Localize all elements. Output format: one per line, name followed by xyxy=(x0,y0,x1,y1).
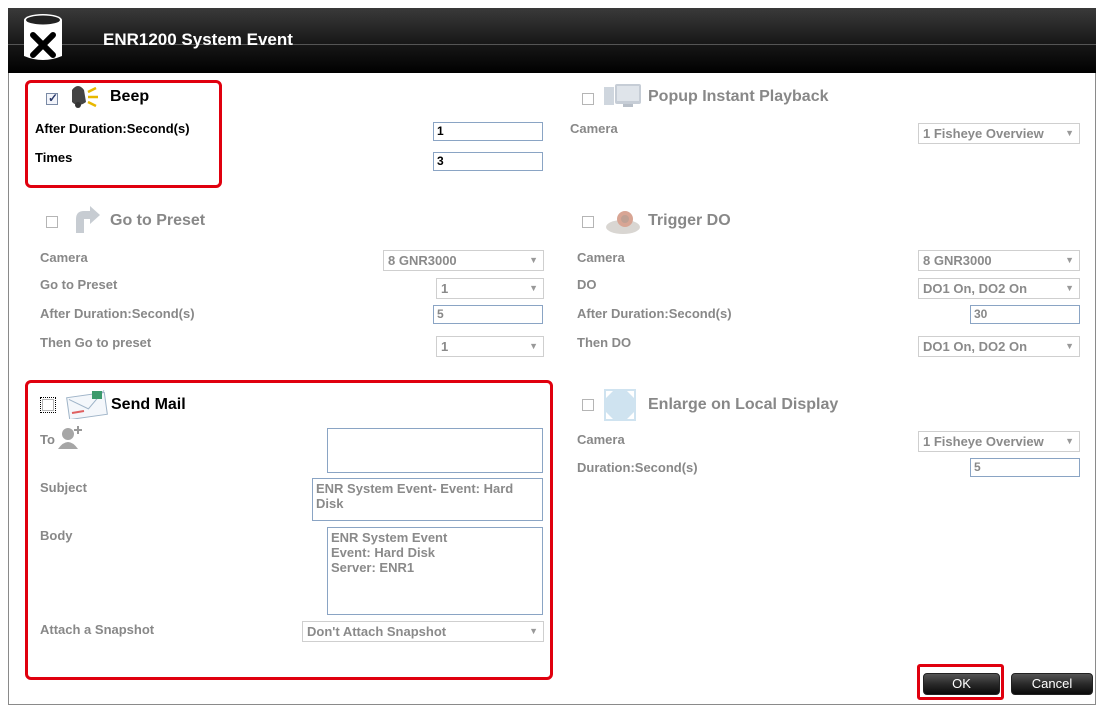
preset-after-duration-label: After Duration:Second(s) xyxy=(40,306,195,321)
chevron-down-icon: ▼ xyxy=(1065,255,1074,265)
enlarge-checkbox[interactable] xyxy=(582,399,594,411)
window-title: ENR1200 System Event xyxy=(103,30,293,49)
enlarge-label: Enlarge on Local Display xyxy=(648,396,839,413)
beep-after-duration-input[interactable]: 1 xyxy=(433,122,543,141)
trigger-checkbox[interactable] xyxy=(582,216,594,228)
preset-camera-label: Camera xyxy=(40,250,88,265)
enlarge-duration-input[interactable]: 5 xyxy=(970,458,1080,477)
do-device-icon xyxy=(606,211,640,234)
popup-label: Popup Instant Playback xyxy=(648,88,829,105)
chevron-down-icon: ▼ xyxy=(529,341,538,351)
trigger-do-label: DO xyxy=(577,277,597,292)
chevron-down-icon: ▼ xyxy=(1065,128,1074,138)
trigger-camera-select[interactable]: 8 GNR3000 ▼ xyxy=(918,250,1080,271)
chevron-down-icon: ▼ xyxy=(1065,341,1074,351)
trigger-camera-label: Camera xyxy=(577,250,625,265)
chevron-down-icon: ▼ xyxy=(1065,283,1074,293)
trigger-then-select[interactable]: DO1 On, DO2 On ▼ xyxy=(918,336,1080,357)
close-x-icon[interactable] xyxy=(22,12,64,64)
preset-goto-label: Go to Preset xyxy=(40,277,118,292)
preset-then-select[interactable]: 1 ▼ xyxy=(436,336,544,357)
enlarge-icon xyxy=(604,389,636,421)
beep-times-input[interactable]: 3 xyxy=(433,152,543,171)
popup-checkbox[interactable] xyxy=(582,93,594,105)
chevron-down-icon: ▼ xyxy=(1065,436,1074,446)
cancel-button[interactable]: Cancel xyxy=(1011,673,1093,695)
preset-goto-select[interactable]: 1 ▼ xyxy=(436,278,544,299)
preset-label: Go to Preset xyxy=(110,212,206,229)
trigger-then-label: Then DO xyxy=(577,335,632,350)
preset-then-label: Then Go to preset xyxy=(40,335,152,350)
trigger-do-select[interactable]: DO1 On, DO2 On ▼ xyxy=(918,278,1080,299)
enlarge-camera-select[interactable]: 1 Fisheye Overview ▼ xyxy=(918,431,1080,452)
mail-highlight xyxy=(25,380,553,680)
monitor-icon xyxy=(604,84,641,107)
enlarge-camera-label: Camera xyxy=(577,432,625,447)
ok-highlight xyxy=(917,664,1004,700)
popup-camera-label: Camera xyxy=(570,121,618,136)
trigger-after-duration-label: After Duration:Second(s) xyxy=(577,306,732,321)
trigger-after-duration-input[interactable]: 30 xyxy=(970,305,1080,324)
chevron-down-icon: ▼ xyxy=(529,283,538,293)
arrow-icon xyxy=(76,206,100,233)
popup-camera-select[interactable]: 1 Fisheye Overview ▼ xyxy=(918,123,1080,144)
preset-after-duration-input[interactable]: 5 xyxy=(433,305,543,324)
preset-checkbox[interactable] xyxy=(46,216,58,228)
beep-highlight xyxy=(25,80,222,188)
preset-camera-select[interactable]: 8 GNR3000 ▼ xyxy=(383,250,544,271)
enlarge-duration-label: Duration:Second(s) xyxy=(577,460,698,475)
trigger-label: Trigger DO xyxy=(648,212,731,229)
chevron-down-icon: ▼ xyxy=(529,255,538,265)
